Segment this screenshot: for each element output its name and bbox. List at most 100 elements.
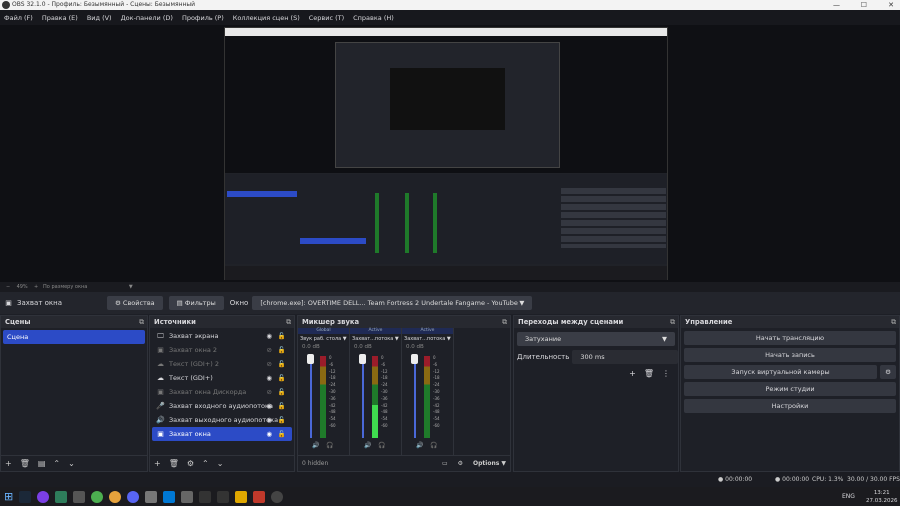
move-down-button[interactable]: ⌄ [68,459,75,468]
studio-mode-button[interactable]: Режим студии [684,382,896,396]
app-icon[interactable] [181,490,194,503]
lock-icon[interactable]: 🔓 [278,385,286,399]
eye-icon[interactable]: ◉ [266,427,272,441]
channel-name-select[interactable]: Захват...потока ▼ [350,334,401,344]
settings-button[interactable]: Настройки [684,399,896,413]
app-icon[interactable] [235,490,248,503]
app-icon[interactable] [253,490,266,503]
menu-tools[interactable]: Сервис (T) [309,14,344,22]
start-virtual-camera-button[interactable]: Запуск виртуальной камеры [684,365,877,379]
eye-off-icon[interactable]: ⊘ [267,343,272,357]
move-down-button[interactable]: ⌄ [217,459,224,468]
eye-icon[interactable]: ◉ [266,371,272,385]
add-transition-button[interactable]: + [629,369,636,378]
menu-docks[interactable]: Док-панели (D) [121,14,173,22]
source-item[interactable]: ☁ Текст (GDI+) ◉ 🔓 [152,371,292,385]
close-button[interactable]: ✕ [888,0,894,10]
zoom-in-button[interactable]: + [34,284,38,290]
float-dock-icon[interactable]: ⧉ [286,316,291,328]
chrome-icon[interactable] [109,490,122,503]
lock-icon[interactable]: 🔓 [278,343,286,357]
steam-icon[interactable] [19,490,32,503]
browser-icon[interactable] [91,490,104,503]
float-dock-icon[interactable]: ⧉ [670,316,675,328]
layout-toggle-icon[interactable]: ▭ [442,460,448,467]
menu-help[interactable]: Справка (H) [353,14,394,22]
eye-off-icon[interactable]: ⊘ [267,357,272,371]
channel-name-select[interactable]: Звук раб. стола ▼ [298,334,349,344]
remove-transition-button[interactable]: 🗑 [644,369,654,378]
mute-icon[interactable]: 🔊 [312,442,319,449]
eye-icon[interactable]: ◉ [266,413,272,427]
volume-slider-track[interactable] [310,356,312,438]
remove-source-button[interactable]: 🗑 [169,459,179,468]
eye-icon[interactable]: ◉ [266,329,272,343]
volume-slider-handle[interactable] [307,354,314,364]
app-icon[interactable] [199,490,212,503]
menu-view[interactable]: Вид (V) [87,14,112,22]
window-select[interactable]: [chrome.exe]: OVERTIME DELL... Team Fort… [252,296,533,310]
windows-start-icon[interactable]: ⊞ [4,490,13,503]
float-dock-icon[interactable]: ⧉ [502,316,507,328]
menu-profile[interactable]: Профиль (P) [182,14,224,22]
language-indicator[interactable]: ENG [842,493,855,500]
start-streaming-button[interactable]: Начать трансляцию [684,331,896,345]
source-item[interactable]: ▣ Захват окна Дискорда ⊘ 🔓 [152,385,292,399]
volume-slider-handle[interactable] [359,354,366,364]
source-item[interactable]: ☁ Текст (GDI+) 2 ⊘ 🔓 [152,357,292,371]
monitor-headphones-icon[interactable]: 🎧 [326,442,333,449]
zoom-mode-select[interactable]: По размеру окна [43,284,87,290]
menu-edit[interactable]: Правка (E) [42,14,78,22]
mute-icon[interactable]: 🔊 [364,442,371,449]
source-properties-button[interactable]: ⚙ [187,459,194,468]
source-item[interactable]: ▣ Захват окна 2 ⊘ 🔓 [152,343,292,357]
move-up-button[interactable]: ⌃ [202,459,209,468]
start-recording-button[interactable]: Начать запись [684,348,896,362]
lock-icon[interactable]: 🔓 [278,413,286,427]
properties-button[interactable]: ⚙ Свойства [107,296,163,310]
eye-off-icon[interactable]: ⊘ [267,385,272,399]
advanced-audio-icon[interactable]: ⚙ [458,460,463,467]
monitor-headphones-icon[interactable]: 🎧 [378,442,385,449]
float-dock-icon[interactable]: ⧉ [139,316,144,328]
scene-item[interactable]: Сцена [3,330,145,344]
scene-filters-button[interactable]: ▤ [38,459,46,468]
lock-icon[interactable]: 🔓 [278,427,286,441]
move-up-button[interactable]: ⌃ [53,459,60,468]
maximize-button[interactable]: ☐ [861,0,867,10]
discord-icon[interactable] [127,490,140,503]
app-icon[interactable] [217,490,230,503]
app-icon[interactable] [37,490,50,503]
menu-scene-collection[interactable]: Коллекция сцен (S) [233,14,300,22]
add-source-button[interactable]: + [154,459,161,468]
options-button[interactable]: Options ▼ [473,460,506,467]
virtual-camera-settings-icon[interactable]: ⚙ [880,365,896,379]
more-options-icon[interactable]: ⋮ [662,369,670,378]
chevron-down-icon[interactable]: ▼ [129,284,133,290]
lock-icon[interactable]: 🔓 [278,357,286,371]
source-item[interactable]: ▣ Захват окна ◉ 🔓 [152,427,292,441]
transition-select[interactable]: Затухание ▼ [517,332,675,346]
monitor-headphones-icon[interactable]: 🎧 [430,442,437,449]
add-scene-button[interactable]: + [5,459,12,468]
volume-slider-handle[interactable] [411,354,418,364]
lock-icon[interactable]: 🔓 [278,399,286,413]
source-item[interactable]: 🔊 Захват выходного аудиопотока ◉ 🔓 [152,413,292,427]
preview-canvas[interactable] [0,25,900,282]
menu-file[interactable]: Файл (F) [4,14,33,22]
volume-slider-track[interactable] [362,356,364,438]
app-icon[interactable] [145,490,158,503]
zoom-out-button[interactable]: − [6,284,10,290]
float-dock-icon[interactable]: ⧉ [891,316,896,328]
lock-icon[interactable]: 🔓 [278,329,286,343]
source-item[interactable]: 🎤 Захват входного аудиопотока ◉ 🔓 [152,399,292,413]
remove-scene-button[interactable]: 🗑 [20,459,30,468]
source-item[interactable]: 🖵 Захват экрана ◉ 🔓 [152,329,292,343]
eye-icon[interactable]: ◉ [266,399,272,413]
lock-icon[interactable]: 🔓 [278,371,286,385]
obs-icon[interactable] [271,490,284,503]
vscode-icon[interactable] [163,490,176,503]
mute-icon[interactable]: 🔊 [416,442,423,449]
duration-input[interactable]: 300 ms [572,350,678,364]
app-icon[interactable] [73,490,86,503]
